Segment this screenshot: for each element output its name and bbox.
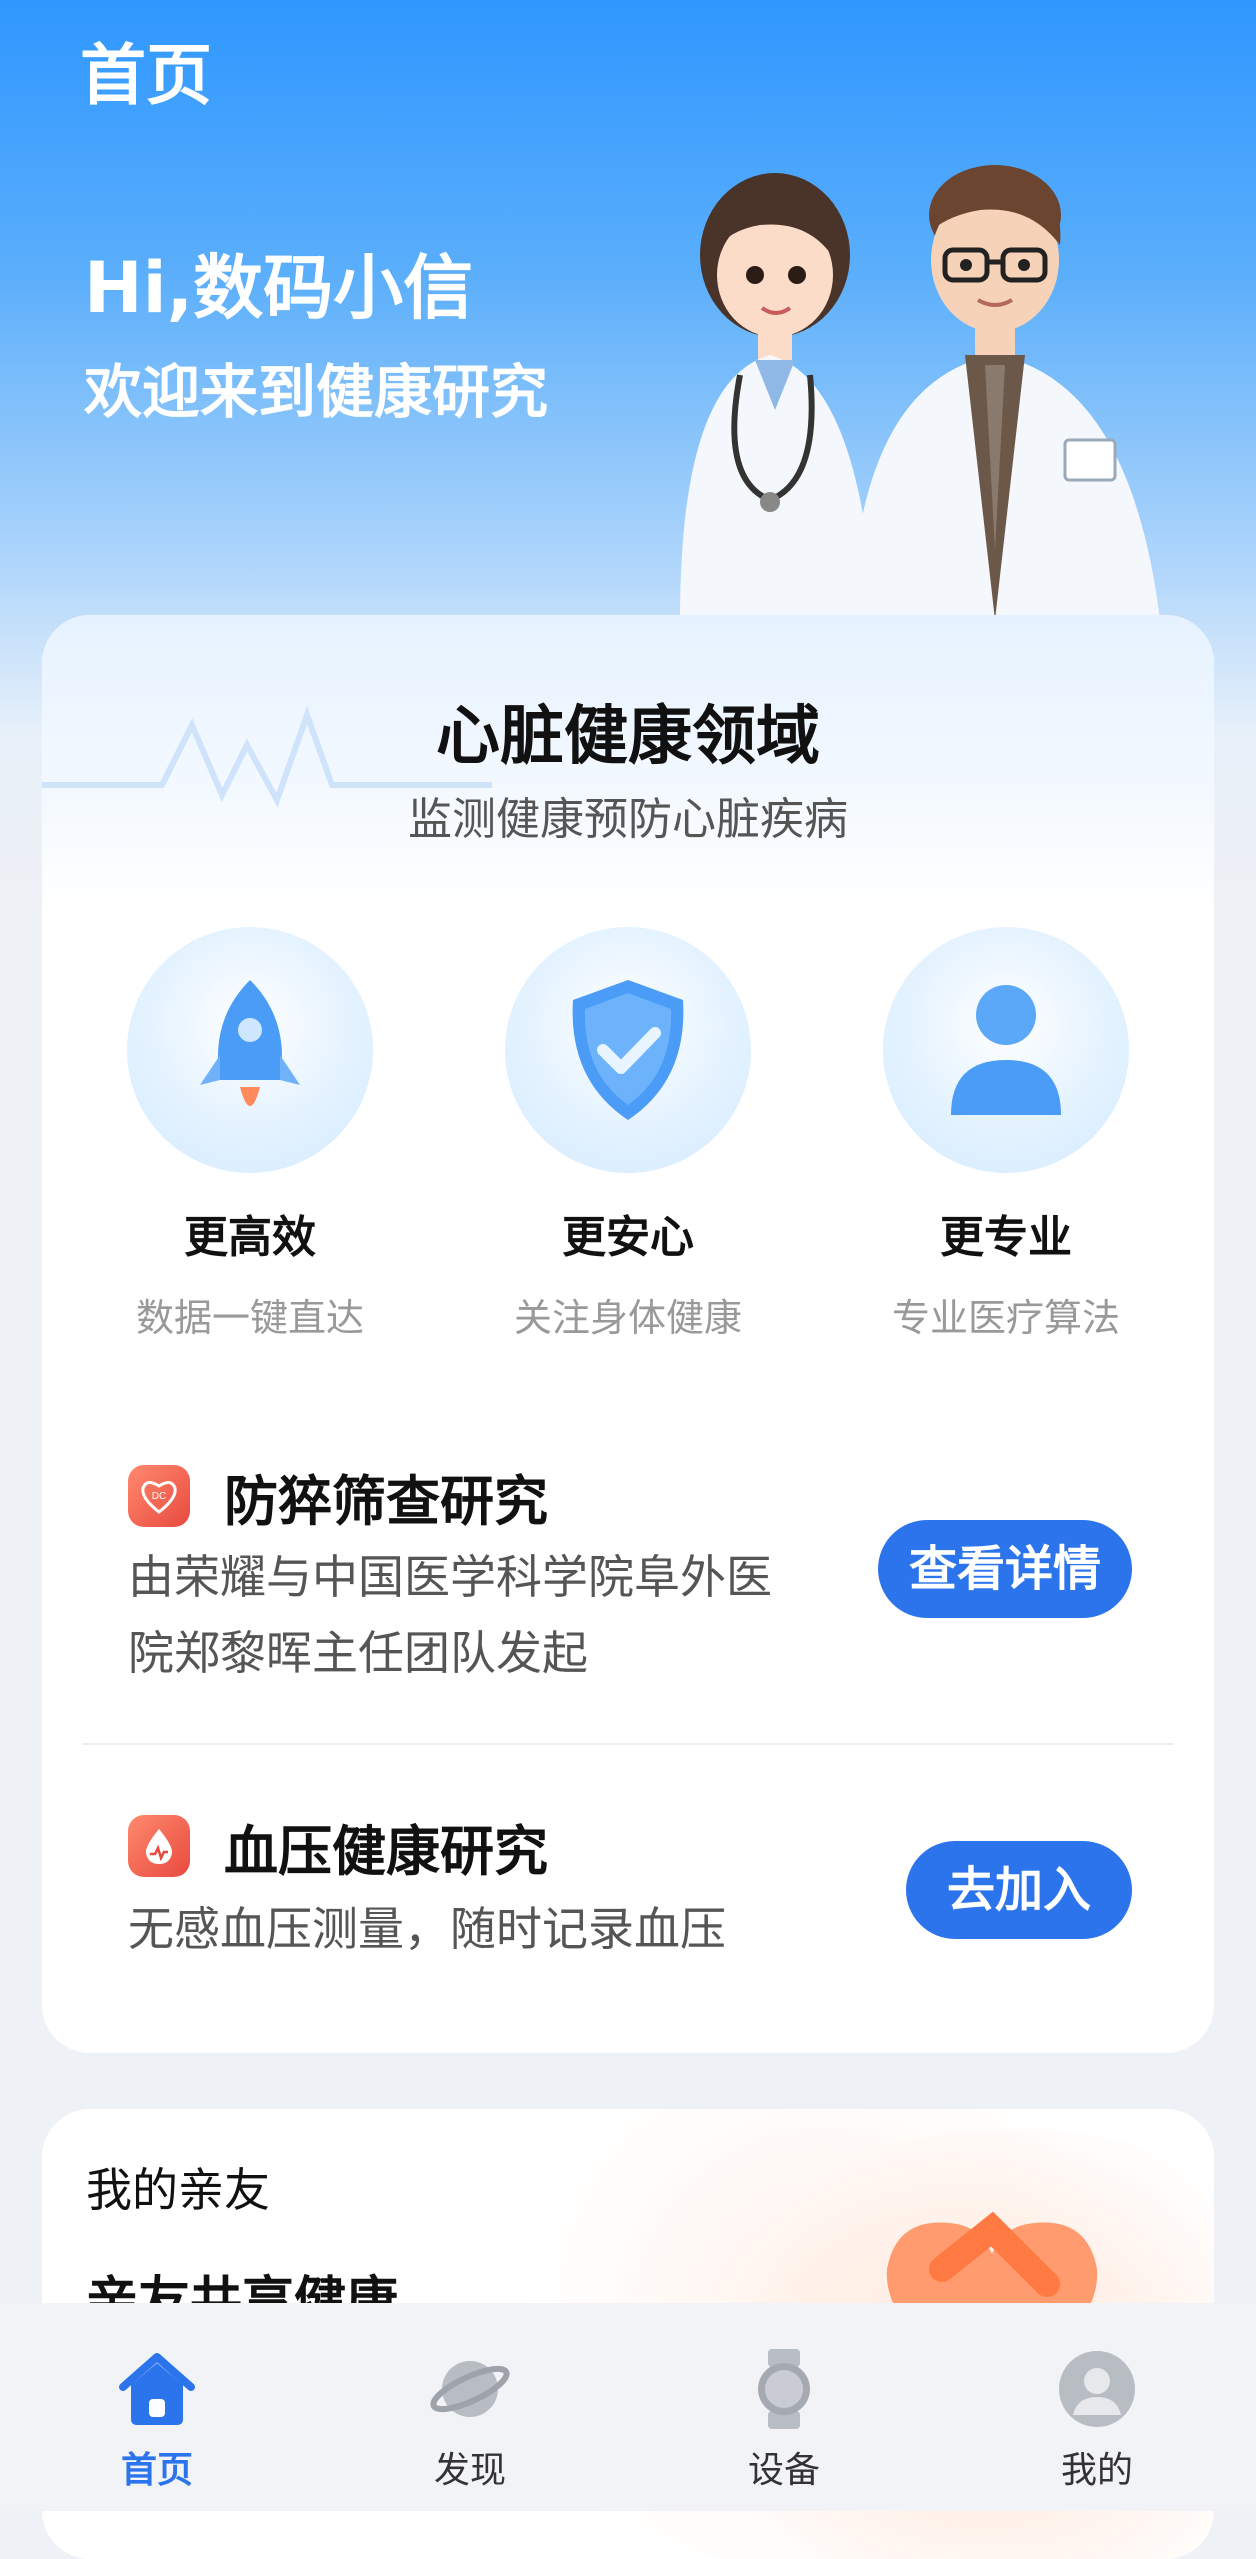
tab-label: 发现: [433, 2450, 506, 2491]
feature-desc: 数据一键直达: [135, 1296, 364, 1340]
doctors-illustration: [680, 165, 1160, 620]
planet-icon: [430, 2361, 510, 2417]
shield-check-icon: [572, 980, 684, 1120]
study-title: 防猝筛查研究: [224, 1470, 548, 1533]
dc-heart-icon: DC: [128, 1465, 190, 1527]
tab-label: 设备: [747, 2450, 820, 2491]
avatar-icon: [1059, 2351, 1135, 2427]
feature-title: 更安心: [562, 1212, 694, 1263]
feature-title: 更高效: [184, 1212, 316, 1263]
tab-home[interactable]: 首页: [57, 2347, 257, 2493]
home-icon: [119, 2353, 195, 2425]
welcome-text: 欢迎来到健康研究: [84, 358, 549, 426]
card-title: 心脏健康领域: [436, 700, 820, 774]
bottom-tab-bar: 首页 发现 设备 我的: [0, 2303, 1256, 2511]
divider: [82, 1743, 1174, 1745]
person-icon: [951, 985, 1061, 1115]
greeting-text: Hi,数码小信: [84, 247, 474, 329]
feature-secure: 更安心 关注身体健康: [468, 927, 788, 1342]
study-desc-line1: 无感血压测量，随时记录血压: [128, 1902, 726, 1956]
join-button[interactable]: 去加入: [906, 1841, 1132, 1939]
tab-discover[interactable]: 发现: [370, 2347, 570, 2493]
page-title: 首页: [80, 37, 212, 114]
feature-desc: 专业医疗算法: [891, 1296, 1120, 1340]
svg-text:DC: DC: [152, 1491, 166, 1502]
rocket-icon: [200, 980, 300, 1106]
tab-profile[interactable]: 我的: [997, 2347, 1197, 2493]
heart-domain-card: 心脏健康领域 监测健康预防心脏疾病 更高效 数据一键直达 更安心 关注身体健康: [42, 615, 1214, 2053]
feature-desc: 关注身体健康: [513, 1296, 742, 1340]
friends-title: 我的亲友: [86, 2163, 270, 2217]
card-subtitle: 监测健康预防心脏疾病: [408, 794, 848, 845]
feature-professional: 更专业 专业医疗算法: [846, 927, 1166, 1342]
tab-devices[interactable]: 设备: [684, 2347, 884, 2493]
study-title: 血压健康研究: [224, 1820, 548, 1883]
blood-drop-icon: [128, 1815, 190, 1877]
view-details-button[interactable]: 查看详情: [878, 1520, 1132, 1618]
watch-icon: [758, 2349, 810, 2429]
study-desc-line1: 由荣耀与中国医学科学院阜外医: [128, 1550, 772, 1604]
tab-label: 首页: [120, 2450, 193, 2491]
study-desc-line2: 院郑黎晖主任团队发起: [128, 1626, 588, 1680]
feature-efficient: 更高效 数据一键直达: [90, 927, 410, 1342]
feature-title: 更专业: [940, 1212, 1072, 1263]
tab-label: 我的: [1060, 2450, 1133, 2491]
